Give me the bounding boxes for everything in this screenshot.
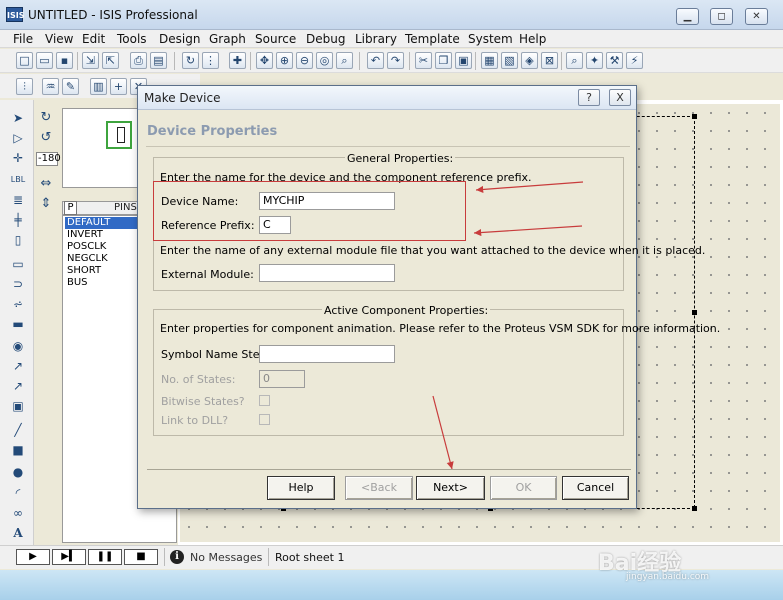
ok-button[interactable]: OK xyxy=(490,476,557,500)
next-button[interactable]: Next> xyxy=(416,476,485,500)
arrow-to-device-name xyxy=(475,181,584,194)
arrow-to-next-button xyxy=(432,395,454,470)
back-button[interactable]: <Back xyxy=(345,476,413,500)
watermark-url: jingyan.baidu.com xyxy=(626,572,710,582)
annotation-arrows xyxy=(432,181,584,470)
help-button[interactable]: Help xyxy=(267,476,335,500)
cancel-button[interactable]: Cancel xyxy=(562,476,629,500)
arrow-to-reference-prefix xyxy=(473,225,583,237)
